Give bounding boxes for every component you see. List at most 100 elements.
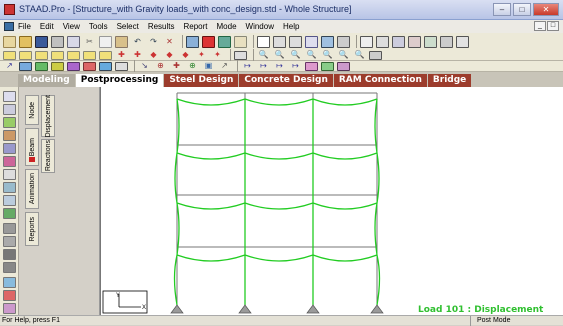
graph-icon[interactable]: [234, 35, 247, 48]
beam-stresses-icon[interactable]: [35, 61, 48, 71]
side-view-icon[interactable]: [408, 35, 421, 48]
add-solid-icon[interactable]: ◆: [163, 50, 176, 60]
maximize-button[interactable]: □: [513, 3, 531, 16]
reactions-icon[interactable]: [83, 61, 96, 71]
menu-select[interactable]: Select: [117, 22, 139, 31]
surfaces-cursor-icon[interactable]: [67, 50, 80, 60]
results-display-icon[interactable]: [3, 277, 16, 288]
select-beam-icon[interactable]: [3, 117, 16, 128]
add-beam-icon[interactable]: ✚: [131, 50, 144, 60]
menu-view[interactable]: View: [63, 22, 80, 31]
staad-app-icon[interactable]: [4, 4, 15, 15]
menu-window[interactable]: Window: [246, 22, 274, 31]
solid-stresses-icon[interactable]: [67, 61, 80, 71]
label-icon[interactable]: [3, 223, 16, 234]
copy-icon[interactable]: [99, 35, 112, 48]
iso-view-icon[interactable]: [360, 35, 373, 48]
doc-minimize-button[interactable]: _: [534, 21, 546, 31]
report-icon[interactable]: [321, 61, 334, 71]
rotate-icon[interactable]: [440, 35, 453, 48]
physical-cursor-icon[interactable]: [99, 50, 112, 60]
translational-icon[interactable]: ◆: [179, 50, 192, 60]
picture-icon[interactable]: [337, 61, 350, 71]
query-icon[interactable]: [3, 91, 16, 102]
circular-icon[interactable]: ✦: [195, 50, 208, 60]
magnify-icon[interactable]: 🔍: [257, 50, 270, 60]
menu-help[interactable]: Help: [283, 22, 299, 31]
front-view-icon[interactable]: [376, 35, 389, 48]
zoom-out-icon[interactable]: [289, 35, 302, 48]
tab-modeling[interactable]: Modeling: [18, 74, 75, 87]
grid-icon[interactable]: [234, 50, 247, 60]
fz-icon[interactable]: ↦: [257, 61, 270, 71]
select-node-icon[interactable]: [3, 104, 16, 115]
add-node-icon[interactable]: ✚: [115, 50, 128, 60]
minimize-button[interactable]: –: [493, 3, 511, 16]
undo-icon[interactable]: ↶: [131, 36, 144, 48]
run-analysis-icon[interactable]: [218, 35, 231, 48]
paste-icon[interactable]: [115, 35, 128, 48]
beam-graphs-icon[interactable]: ↘: [138, 61, 151, 71]
magnify-minus-icon[interactable]: 🔍: [289, 50, 302, 60]
redo-icon[interactable]: ↷: [147, 36, 160, 48]
cut-icon[interactable]: ✂: [83, 36, 96, 48]
my-icon[interactable]: ↦: [273, 61, 286, 71]
preview-icon[interactable]: [67, 35, 80, 48]
load-display-icon[interactable]: [3, 249, 16, 260]
magnify-window-icon[interactable]: 🔍: [353, 50, 366, 60]
results-setup-icon[interactable]: ↗: [3, 61, 16, 71]
menu-edit[interactable]: Edit: [40, 22, 54, 31]
zoom-in-icon[interactable]: [273, 35, 286, 48]
fy-icon[interactable]: ↦: [241, 61, 254, 71]
tab-postprocessing[interactable]: Postprocessing: [75, 74, 164, 87]
select-surface-icon[interactable]: [3, 156, 16, 167]
mode-shapes-icon[interactable]: [99, 61, 112, 71]
save-icon[interactable]: [35, 35, 48, 48]
pan-icon[interactable]: [305, 35, 318, 48]
document-icon[interactable]: [4, 22, 14, 31]
structure-viewport[interactable]: X Y Load 101 : Displacement: [100, 87, 563, 315]
menu-mode[interactable]: Mode: [217, 22, 237, 31]
select-parallel-icon[interactable]: [3, 182, 16, 193]
select-connected-icon[interactable]: [3, 208, 16, 219]
axial-force-icon[interactable]: ✚: [170, 61, 183, 71]
torsion-icon[interactable]: ↗: [218, 61, 231, 71]
section-view-icon[interactable]: [424, 35, 437, 48]
nodes-cursor-icon[interactable]: [3, 50, 16, 60]
magnify-prev-icon[interactable]: 🔍: [337, 50, 350, 60]
select-group-icon[interactable]: [3, 195, 16, 206]
select-solid-icon[interactable]: [3, 143, 16, 154]
display-icon[interactable]: [337, 35, 350, 48]
tab-displacement[interactable]: Displacement: [41, 95, 55, 137]
animation-icon[interactable]: [115, 61, 128, 71]
menu-tools[interactable]: Tools: [89, 22, 108, 31]
magnify-plus-icon[interactable]: 🔍: [273, 50, 286, 60]
add-plate-icon[interactable]: ◆: [147, 50, 160, 60]
stop-icon[interactable]: [202, 35, 215, 48]
tab-reports[interactable]: Reports: [25, 212, 39, 246]
delete-icon[interactable]: ✕: [163, 36, 176, 48]
beams-cursor-icon[interactable]: [19, 50, 32, 60]
tab-steel-design[interactable]: Steel Design: [164, 74, 239, 87]
tab-reactions[interactable]: Reactions: [41, 139, 55, 173]
close-button[interactable]: ✕: [533, 3, 559, 16]
tab-animation[interactable]: Animation: [25, 169, 39, 209]
doc-restore-button[interactable]: □: [547, 21, 559, 31]
tab-bridge[interactable]: Bridge: [427, 74, 472, 87]
tab-beam[interactable]: Beam: [25, 128, 39, 166]
magnify-all-icon[interactable]: 🔍: [305, 50, 318, 60]
mz-icon[interactable]: ↦: [289, 61, 302, 71]
magnify-box-icon[interactable]: 🔍: [321, 50, 334, 60]
displacement-icon[interactable]: [19, 61, 32, 71]
design-display-icon[interactable]: [3, 303, 16, 314]
new-icon[interactable]: [3, 35, 16, 48]
shear-icon[interactable]: ⊕: [186, 61, 199, 71]
select-geometry-icon[interactable]: [3, 169, 16, 180]
render-icon[interactable]: [456, 35, 469, 48]
settings-icon[interactable]: [305, 61, 318, 71]
structure-icon[interactable]: [186, 35, 199, 48]
structure-diagram-icon[interactable]: [3, 262, 16, 273]
tab-concrete-design[interactable]: Concrete Design: [239, 74, 333, 87]
zoom-window-icon[interactable]: [257, 35, 270, 48]
tab-node[interactable]: Node: [25, 95, 39, 125]
